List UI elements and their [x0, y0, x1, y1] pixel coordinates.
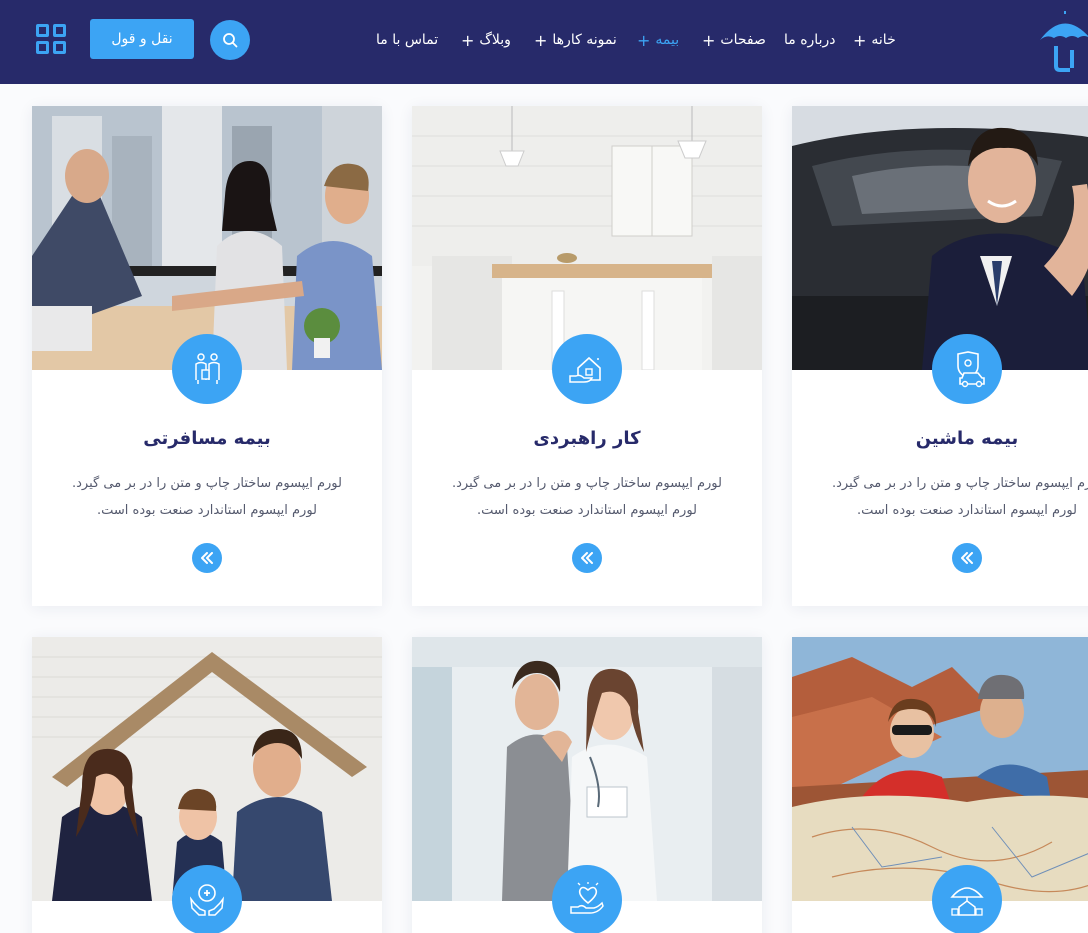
- card-text-line: لورم ایپسوم استاندارد صنعت بوده است.: [476, 503, 698, 518]
- travelers-icon: [172, 334, 242, 404]
- plus-icon: +: [853, 30, 867, 50]
- house-hand-icon: [552, 334, 622, 404]
- nav-label: وبلاگ: [479, 32, 511, 48]
- service-card-strategic: کار راهبردی لورم ایپسوم ساختار چاپ و متن…: [412, 106, 762, 606]
- family-roof-photo: [32, 637, 382, 901]
- nav-label: درباره ما: [784, 32, 836, 48]
- nav-label: بیمه: [655, 32, 680, 48]
- card-description: لورم ایپسوم ساختار چاپ و متن را در بر می…: [62, 470, 352, 524]
- heart-hand-icon: [552, 865, 622, 933]
- search-button[interactable]: [210, 20, 250, 60]
- doctor-patient-photo: [412, 637, 762, 901]
- car-shield-icon: [932, 334, 1002, 404]
- nav-item-pages[interactable]: صفحات +: [702, 28, 766, 52]
- double-chevron-left-icon: [201, 552, 213, 564]
- double-chevron-left-icon: [581, 552, 593, 564]
- quote-button[interactable]: نقل و قول: [90, 19, 194, 59]
- plus-icon: +: [461, 30, 475, 50]
- nav-label: نمونه کارها: [552, 32, 617, 48]
- read-more-button[interactable]: [572, 543, 602, 573]
- businessman-car-photo: [792, 106, 1088, 370]
- card-description: لورم ایپسوم ساختار چاپ و متن را در بر می…: [822, 470, 1088, 524]
- nav-item-contact[interactable]: تماس با ما: [376, 28, 438, 52]
- nav-item-home[interactable]: خانه +: [853, 28, 896, 52]
- nav-item-blog[interactable]: وبلاگ +: [461, 28, 511, 52]
- nav-label: خانه: [871, 32, 896, 48]
- read-more-button[interactable]: [952, 543, 982, 573]
- nav-item-about[interactable]: درباره ما: [784, 28, 835, 52]
- handshake-meeting-photo: [32, 106, 382, 370]
- grid-menu-icon[interactable]: [36, 24, 68, 56]
- card-title: بیمه ماشین: [915, 428, 1019, 449]
- search-icon: [223, 33, 238, 48]
- umbrella-house-icon: [932, 865, 1002, 933]
- nav-item-portfolio[interactable]: نمونه کارها +: [534, 28, 617, 52]
- plus-icon: +: [534, 30, 548, 50]
- service-card-4: [792, 637, 1088, 933]
- service-card-car: بیمه ماشین لورم ایپسوم ساختار چاپ و متن …: [792, 106, 1088, 606]
- plus-icon: +: [702, 30, 716, 50]
- service-card-6: [32, 637, 382, 933]
- plus-icon: +: [637, 30, 651, 50]
- nav-label: صفحات: [720, 32, 766, 48]
- card-title: کار راهبردی: [533, 428, 641, 449]
- read-more-button[interactable]: [192, 543, 222, 573]
- service-card-travel: بیمه مسافرتی لورم ایپسوم ساختار چاپ و مت…: [32, 106, 382, 606]
- card-text-line: لورم ایپسوم ساختار چاپ و متن را در بر می…: [452, 476, 722, 491]
- kitchen-photo: [412, 106, 762, 370]
- card-text-line: لورم ایپسوم استاندارد صنعت بوده است.: [856, 503, 1078, 518]
- umbrella-logo-icon[interactable]: [1038, 10, 1088, 72]
- card-description: لورم ایپسوم ساختار چاپ و متن را در بر می…: [442, 470, 732, 524]
- card-title: بیمه مسافرتی: [143, 428, 271, 449]
- card-text-line: لورم ایپسوم ساختار چاپ و متن را در بر می…: [832, 476, 1088, 491]
- nav-item-insurance[interactable]: بیمه +: [637, 28, 679, 52]
- service-card-5: [412, 637, 762, 933]
- medical-hands-icon: [172, 865, 242, 933]
- travelers-map-photo: [792, 637, 1088, 901]
- site-header: خانه + درباره ما صفحات + بیمه + نمونه کا…: [0, 0, 1088, 84]
- double-chevron-left-icon: [961, 552, 973, 564]
- card-text-line: لورم ایپسوم استاندارد صنعت بوده است.: [96, 503, 318, 518]
- card-text-line: لورم ایپسوم ساختار چاپ و متن را در بر می…: [72, 476, 342, 491]
- nav-label: تماس با ما: [376, 32, 439, 48]
